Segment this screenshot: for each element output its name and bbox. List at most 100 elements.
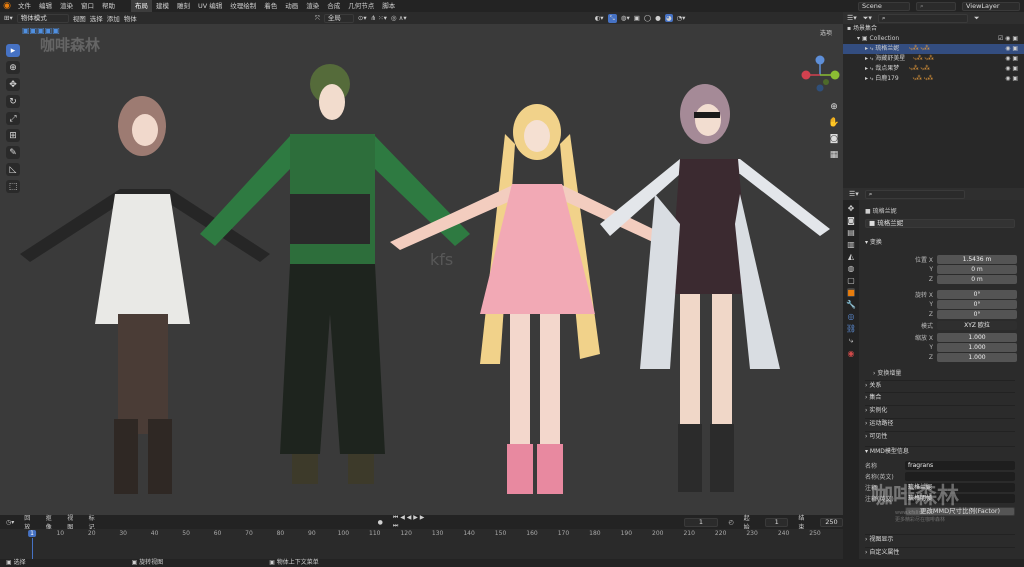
shading-wire-icon[interactable]: ◯ — [644, 14, 651, 22]
proportional-icon[interactable]: ◎ ∧▾ — [391, 14, 407, 22]
mmd-comment-en-field[interactable]: 琉格明帧 — [905, 493, 1015, 503]
object-name-field[interactable]: ■ 琉格兰妮 — [865, 219, 1015, 228]
visibility-icon[interactable]: ◐▾ — [595, 14, 604, 22]
timeline-ruler[interactable]: 1 10 20 30 40 50 60 70 80 90 100 110 120 130 140 150 160… — [0, 529, 843, 559]
outliner-collection[interactable]: ▾ ▣ Collection ☑ ◉ ▣ — [843, 34, 1024, 44]
playhead[interactable] — [32, 538, 33, 559]
mmd-name-en-field[interactable] — [905, 471, 1015, 481]
playback-controls[interactable]: ⏮ ◀ ◀ ▶ ▶ ⏭ — [393, 514, 430, 530]
world-tab-icon[interactable]: ◍ — [848, 264, 855, 273]
custom-properties-section[interactable]: › 自定义属性 — [865, 547, 1015, 557]
clock-icon[interactable]: ◴ — [728, 519, 733, 526]
filter-icon[interactable]: ⏷▾ — [863, 14, 872, 23]
menu-select[interactable]: 选择 — [90, 13, 103, 23]
tab-animation[interactable]: 动画 — [281, 0, 302, 12]
shading-render-icon[interactable]: ◔▾ — [677, 14, 686, 22]
collection-tab-icon[interactable]: ▢ — [847, 276, 855, 285]
render-tab-icon[interactable]: ◙ — [847, 216, 855, 225]
collections-section[interactable]: › 集合 — [865, 392, 1015, 402]
instancing-section[interactable]: › 实例化 — [865, 405, 1015, 415]
tab-compositing[interactable]: 合成 — [323, 0, 344, 12]
timeline-editor-icon[interactable]: ◷▾ — [6, 519, 14, 526]
scene-selector[interactable]: Scene — [858, 1, 910, 11]
filter-funnel-icon[interactable]: ⏷ — [974, 14, 980, 23]
transform-orientation[interactable]: 全局 — [323, 13, 354, 23]
mode-selector[interactable]: 物体模式 — [16, 13, 69, 23]
shading-solid-icon[interactable]: ● — [655, 14, 661, 22]
material-tab-icon[interactable]: ◉ — [848, 349, 855, 358]
output-tab-icon[interactable]: ▤ — [847, 228, 855, 237]
transform-section-header[interactable]: ▾ 变换 — [865, 238, 1015, 248]
tab-geometry-nodes[interactable]: 几何节点 — [344, 0, 378, 12]
menu-window[interactable]: 窗口 — [77, 0, 98, 12]
location-x-field[interactable]: 1.5436 m — [937, 254, 1017, 264]
current-frame-field[interactable]: 1 — [683, 517, 719, 527]
outliner-scene-collection[interactable]: ▪ 场景集合 — [843, 24, 1024, 34]
data-tab-icon[interactable]: ⤷ — [849, 336, 853, 346]
tab-scripting[interactable]: 脚本 — [378, 0, 399, 12]
properties-editor-icon[interactable]: ☰▾ — [849, 190, 859, 198]
menu-edit[interactable]: 编辑 — [35, 0, 56, 12]
location-y-field[interactable]: 0 m — [937, 264, 1017, 274]
outliner-item-3[interactable]: ▸ ⤷ 哉点果梦 ⤷⁂ ⤷⁂ ◉ ▣ — [843, 64, 1024, 74]
menu-view[interactable]: 视图 — [73, 13, 86, 23]
location-z-field[interactable]: 0 m — [937, 274, 1017, 284]
viewport-display-section[interactable]: › 视图显示 — [865, 534, 1015, 544]
scene-search[interactable]: ⌕ — [916, 1, 956, 11]
overlay-icon[interactable]: ◍▾ — [621, 14, 630, 22]
view-layer-tab-icon[interactable]: ▥ — [847, 240, 855, 249]
tab-texture-paint[interactable]: 纹理绘制 — [226, 0, 260, 12]
tab-modeling[interactable]: 建模 — [152, 0, 173, 12]
relations-section[interactable]: › 关系 — [865, 380, 1015, 390]
visibility-section[interactable]: › 可见性 — [865, 431, 1015, 441]
tab-uv-editing[interactable]: UV 编辑 — [194, 0, 226, 12]
tab-rendering[interactable]: 渲染 — [302, 0, 323, 12]
end-frame-field[interactable]: 250 — [819, 517, 844, 527]
pivot-icon[interactable]: ⊙▾ — [358, 14, 367, 22]
menu-object[interactable]: 物体 — [124, 13, 137, 23]
rotation-x-field[interactable]: 0° — [937, 289, 1017, 299]
motion-paths-section[interactable]: › 运动路径 — [865, 418, 1015, 428]
rotation-y-field[interactable]: 0° — [937, 299, 1017, 309]
mmd-section-header[interactable]: ▾ MMD模型信息 — [865, 446, 1015, 456]
menu-help[interactable]: 帮助 — [98, 0, 119, 12]
gizmo-icon[interactable]: ⤡ — [607, 13, 617, 23]
viewlayer-selector[interactable]: ViewLayer — [962, 1, 1020, 11]
outliner-item-2[interactable]: ▸ ⤷ 海藏舒美星 ⤷⁂ ⤷⁂ ◉ ▣ — [843, 54, 1024, 64]
menu-file[interactable]: 文件 — [14, 0, 35, 12]
scale-y-field[interactable]: 1.000 — [937, 342, 1017, 352]
outliner-item-4[interactable]: ▸ ⤷ 白鹿179 ⤷⁂ ⤷⁂ ◉ ▣ — [843, 74, 1024, 84]
mmd-name-field[interactable]: fragrans — [905, 460, 1015, 470]
scene-tab-icon[interactable]: ◭ — [848, 252, 854, 261]
menu-add[interactable]: 添加 — [107, 13, 120, 23]
blender-logo-icon[interactable]: ◉ — [0, 0, 14, 12]
delta-transform-header[interactable]: › 变换增量 — [873, 368, 901, 377]
outliner-editor-icon[interactable]: ☰▾ — [847, 14, 857, 22]
mmd-comment-row: 注释 琉格兰妮 — [865, 482, 1015, 492]
xray-icon[interactable]: ▣ — [634, 14, 640, 22]
tab-shading[interactable]: 着色 — [260, 0, 281, 12]
editor-type-icon[interactable]: ⊞▾ — [4, 14, 13, 22]
physics-tab-icon[interactable]: ◎ — [848, 312, 855, 321]
scale-z-field[interactable]: 1.000 — [937, 352, 1017, 362]
tab-sculpting[interactable]: 雕刻 — [173, 0, 194, 12]
shading-material-icon[interactable]: ◕ — [664, 14, 673, 22]
outliner-search[interactable]: ⌕ — [877, 13, 968, 23]
rotation-z-field[interactable]: 0° — [937, 309, 1017, 319]
mmd-scale-button[interactable]: 更改MMD尺寸比例(Factor) — [905, 507, 1015, 516]
record-icon[interactable]: ● — [378, 519, 383, 526]
object-tab-icon[interactable]: ■ — [847, 288, 855, 297]
3d-viewport[interactable]: ⊞▾ 物体模式 视图 选择 添加 物体 ⤧ 全局 ⊙▾ ⋔ ⁙▾ ◎ ∧▾ ◐▾… — [0, 12, 843, 515]
mmd-comment-field[interactable]: 琉格兰妮 — [905, 482, 1015, 492]
rotation-mode-select[interactable]: XYZ 欧拉 — [937, 320, 1017, 330]
menu-render[interactable]: 渲染 — [56, 0, 77, 12]
tool-tab-icon[interactable]: ✥ — [848, 204, 855, 213]
scale-x-field[interactable]: 1.000 — [937, 332, 1017, 342]
tab-layout[interactable]: 布局 — [131, 0, 152, 12]
properties-search[interactable]: ⌕ — [864, 189, 965, 199]
start-frame-field[interactable]: 1 — [765, 517, 789, 527]
outliner-item-1[interactable]: ▸ ⤷ 琉格兰妮 ⤷⁂ ⤷⁂ ◉ ▣ — [843, 44, 1024, 54]
snap-icon[interactable]: ⋔ ⁙▾ — [371, 14, 387, 22]
orientation-icon[interactable]: ⤧ — [315, 14, 320, 23]
timeline-tick-label: 10 — [56, 530, 65, 537]
